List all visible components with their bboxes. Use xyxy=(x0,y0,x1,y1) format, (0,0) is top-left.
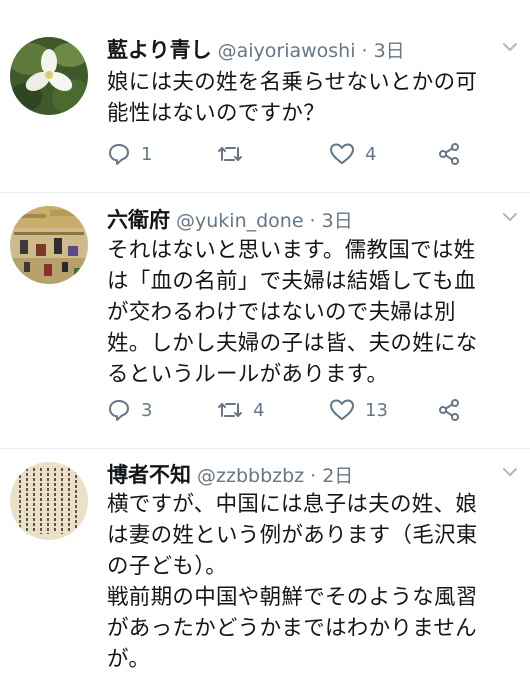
tweet-3[interactable]: 博者不知 @zzbbbzbz · 2日 横ですが、中国には息子は夫の姓、娘 は妻… xyxy=(0,449,530,678)
retweet-icon xyxy=(218,403,242,417)
display-name[interactable]: 藍より青し xyxy=(107,34,212,64)
heart-icon xyxy=(330,143,354,164)
timestamp[interactable]: · 3日 xyxy=(362,36,405,63)
tweet-text: それはないと思います。儒教国では姓 は「血の名前」で夫婦は結婚しても血 が交わる… xyxy=(107,238,478,387)
retweet-button[interactable]: 4 xyxy=(217,398,264,422)
reply-button[interactable]: 1 xyxy=(107,142,152,166)
reply-icon xyxy=(109,144,129,165)
chevron-down-icon[interactable] xyxy=(502,467,518,477)
like-count: 4 xyxy=(365,143,377,165)
avatar[interactable] xyxy=(10,206,88,284)
share-button[interactable] xyxy=(437,398,461,422)
reply-count: 1 xyxy=(141,143,153,165)
reply-button[interactable]: 3 xyxy=(107,398,152,422)
reply-icon xyxy=(109,400,129,421)
display-name[interactable]: 六衛府 xyxy=(107,204,170,234)
display-name[interactable]: 博者不知 xyxy=(107,459,191,489)
manuscript-avatar-image xyxy=(10,462,88,540)
tweet-2[interactable]: 六衛府 @yukin_done · 3日 それはないと思います。儒教国では姓 は… xyxy=(0,193,530,449)
painting-avatar-image xyxy=(10,206,88,284)
tweet-actions: 3 4 13 xyxy=(107,398,517,428)
timestamp[interactable]: · 2日 xyxy=(310,461,353,488)
timestamp[interactable]: · 3日 xyxy=(310,206,353,233)
tweet-text: 娘には夫の姓を名乗らせないとかの可 能性はないのですか？ xyxy=(107,70,478,126)
avatar[interactable] xyxy=(10,462,88,540)
retweet-button[interactable] xyxy=(217,142,253,166)
chevron-down-icon[interactable] xyxy=(502,212,518,222)
like-count: 13 xyxy=(365,399,388,421)
user-handle[interactable]: @zzbbbzbz xyxy=(197,465,304,487)
avatar[interactable] xyxy=(10,37,88,115)
heart-icon xyxy=(330,399,354,420)
user-handle[interactable]: @aiyoriawoshi xyxy=(218,40,356,62)
like-button[interactable]: 4 xyxy=(329,142,376,166)
share-button[interactable] xyxy=(437,142,461,166)
share-icon xyxy=(439,399,459,421)
chevron-down-icon[interactable] xyxy=(502,42,518,52)
tweet-text: 横ですが、中国には息子は夫の姓、娘 は妻の姓という例があります（毛沢東 の子ども… xyxy=(107,492,478,672)
tweet-actions: 1 4 xyxy=(107,142,517,172)
retweet-count: 4 xyxy=(253,399,265,421)
reply-count: 3 xyxy=(141,399,153,421)
flower-avatar-image xyxy=(10,37,88,115)
user-handle[interactable]: @yukin_done xyxy=(176,210,304,232)
like-button[interactable]: 13 xyxy=(329,398,388,422)
share-icon xyxy=(439,143,459,165)
tweet-1[interactable]: 藍より青し @aiyoriawoshi · 3日 娘には夫の姓を名乗らせないとか… xyxy=(0,0,530,193)
retweet-icon xyxy=(218,147,242,161)
